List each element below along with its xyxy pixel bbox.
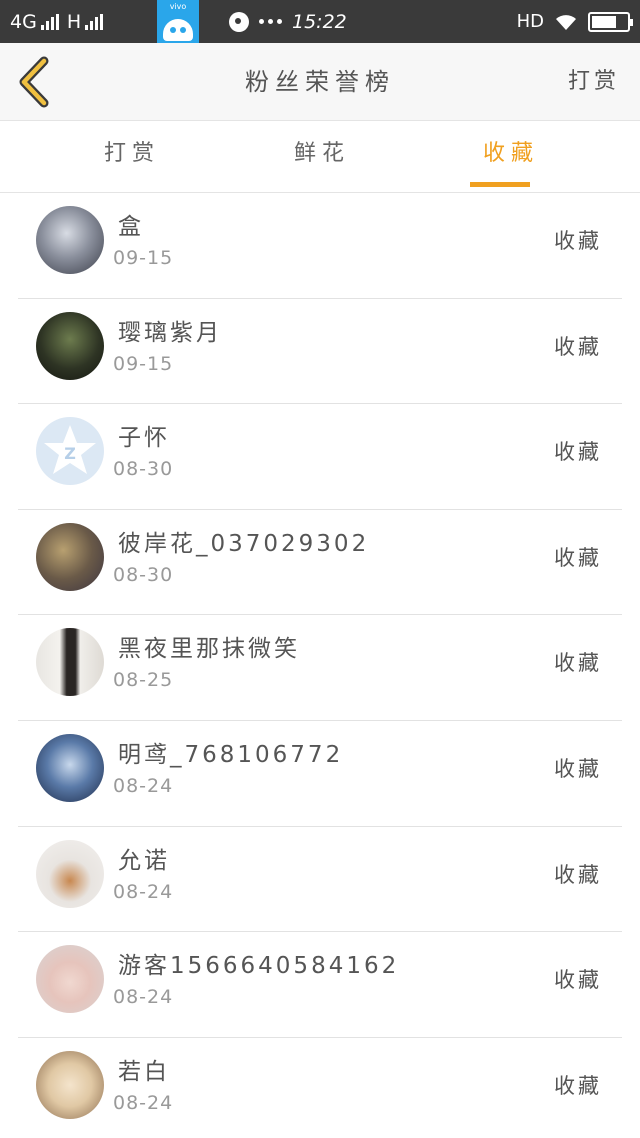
fan-date: 08-30 [113, 458, 174, 481]
status-center: 15:22 [229, 0, 347, 43]
fan-name: 若白 [118, 1058, 170, 1085]
fan-name: 游客1566640584162 [118, 953, 400, 980]
fan-action: 收藏 [554, 1073, 602, 1098]
list-item[interactable]: 允诺 08-24 收藏 [18, 827, 622, 933]
list-item[interactable]: 彼岸花_037029302 08-30 收藏 [18, 510, 622, 616]
list-item[interactable]: 盒 09-15 收藏 [18, 193, 622, 299]
fan-name: 黑夜里那抹微笑 [118, 636, 300, 663]
tip-button[interactable]: 打赏 [568, 43, 620, 121]
app-notification-label: vivo [169, 2, 187, 11]
list-item[interactable]: Z 子怀 08-30 收藏 [18, 404, 622, 510]
fan-date: 08-25 [113, 669, 174, 692]
fan-date: 08-24 [113, 880, 174, 903]
avatar [36, 945, 104, 1014]
svg-text:Z: Z [64, 444, 76, 463]
fan-action: 收藏 [554, 968, 602, 993]
fan-action: 收藏 [554, 334, 602, 359]
tab-bar: 打赏 鲜花 收藏 [0, 121, 640, 193]
tab-label: 鲜花 [293, 141, 350, 166]
signal-icon-2 [85, 13, 104, 30]
list-item[interactable]: 璎璃紫月 09-15 收藏 [18, 299, 622, 405]
avatar [36, 839, 104, 908]
status-right: HD [516, 0, 633, 43]
avatar: Z [36, 417, 104, 486]
hd-indicator: HD [516, 11, 544, 32]
signal-icon [40, 13, 59, 30]
fan-date: 09-15 [113, 247, 174, 269]
status-bar: 4G H vivo 15:22 HD [0, 0, 640, 43]
list-item[interactable]: 若白 08-24 收藏 [18, 1038, 622, 1138]
fan-name: 盒 [118, 214, 144, 240]
tab-label: 打赏 [103, 141, 160, 166]
fan-list: 盒 09-15 收藏 璎璃紫月 09-15 收藏 Z 子怀 08-30 收藏 彼… [18, 193, 622, 1138]
tab-tip[interactable]: 打赏 [72, 121, 192, 193]
avatar [36, 311, 104, 380]
clock: 15:22 [292, 10, 347, 33]
list-item[interactable]: 明鸢_768106772 08-24 收藏 [18, 721, 622, 827]
avatar [36, 628, 104, 697]
network-type: 4G [10, 10, 37, 33]
fan-action: 收藏 [554, 545, 602, 570]
fan-name: 璎璃紫月 [118, 319, 222, 346]
fan-action: 收藏 [554, 440, 602, 465]
app-notification-icon: vivo [157, 0, 199, 43]
fan-name: 彼岸花_037029302 [118, 530, 370, 557]
network-type-2: H [66, 10, 82, 33]
fan-action: 收藏 [554, 651, 602, 676]
tab-label: 收藏 [482, 141, 539, 166]
fan-action: 收藏 [554, 862, 602, 887]
fan-name: 允诺 [118, 847, 170, 874]
avatar [36, 733, 104, 802]
list-item[interactable]: 黑夜里那抹微笑 08-25 收藏 [18, 615, 622, 721]
page-title: 粉丝荣誉榜 [245, 68, 395, 96]
fan-date: 08-24 [113, 774, 174, 797]
network-indicator: 4G H [10, 0, 104, 43]
tab-indicator [470, 182, 530, 187]
fan-date: 09-15 [113, 352, 174, 375]
fan-date: 08-24 [113, 986, 174, 1009]
list-item[interactable]: 游客1566640584162 08-24 收藏 [18, 932, 622, 1038]
fan-name: 子怀 [118, 425, 170, 452]
tab-flowers[interactable]: 鲜花 [262, 121, 382, 193]
navigation-bar: 粉丝荣誉榜 打赏 [0, 43, 640, 121]
avatar [36, 1050, 104, 1119]
avatar [36, 522, 104, 591]
fan-name: 明鸢_768106772 [118, 741, 344, 768]
fan-action: 收藏 [554, 756, 602, 781]
palette-icon [229, 11, 249, 32]
fan-date: 08-30 [113, 563, 174, 586]
avatar [36, 206, 104, 274]
more-notifications-icon [259, 19, 282, 24]
tab-favorites[interactable]: 收藏 [451, 121, 571, 193]
star-icon: Z [44, 425, 96, 475]
fan-date: 08-24 [113, 1091, 174, 1114]
wifi-icon [554, 13, 578, 31]
fan-action: 收藏 [554, 229, 602, 253]
battery-icon [588, 11, 633, 32]
